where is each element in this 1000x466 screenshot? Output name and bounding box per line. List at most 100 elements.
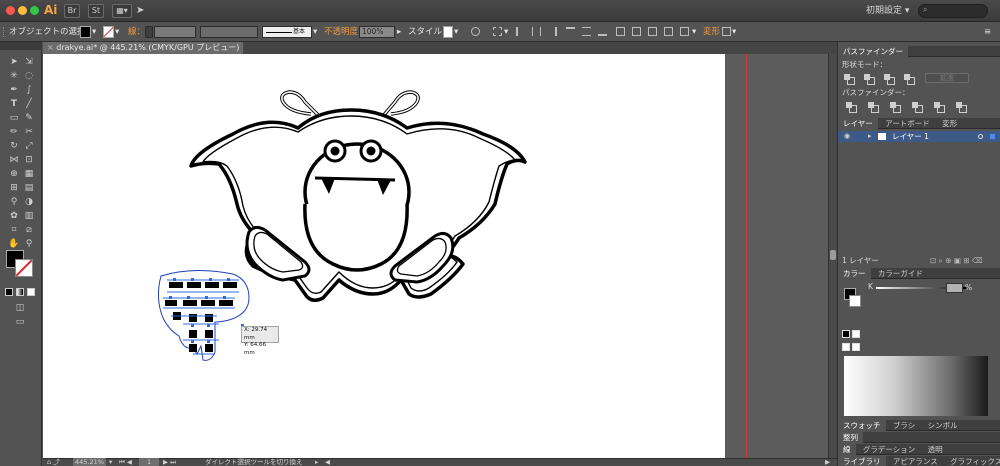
tab-align[interactable]: 整列 bbox=[838, 432, 863, 443]
color-stroke-swatch[interactable] bbox=[849, 295, 861, 307]
pencil-icon[interactable]: ✏ bbox=[8, 126, 20, 138]
distribute-bottom-icon[interactable] bbox=[648, 27, 657, 36]
align-middle-icon[interactable] bbox=[582, 27, 591, 36]
unite-icon[interactable] bbox=[844, 74, 855, 85]
distribute-left-icon[interactable] bbox=[664, 27, 673, 36]
zoom-menu-icon[interactable]: ⌂ ⤴ bbox=[47, 458, 60, 466]
tab-pathfinder[interactable]: パスファインダー bbox=[838, 46, 908, 57]
layer-actions-icon[interactable]: ⊡ ⌕ ⊕ ▣ ⊞ ⌫ bbox=[930, 256, 983, 266]
chevron-down-icon[interactable]: ▾ bbox=[504, 26, 508, 38]
variable-width-select[interactable] bbox=[200, 26, 258, 38]
align-bottom-icon[interactable] bbox=[598, 27, 607, 36]
align-top-icon[interactable] bbox=[566, 27, 575, 36]
symbol-sprayer-icon[interactable]: ✿ bbox=[8, 210, 20, 222]
white-swatch-2[interactable] bbox=[852, 343, 860, 351]
divide-icon[interactable] bbox=[846, 102, 857, 113]
isolate-icon[interactable] bbox=[722, 27, 731, 36]
tab-transparency[interactable]: 透明 bbox=[923, 444, 948, 455]
type-tool-icon[interactable]: T bbox=[8, 98, 20, 110]
hand-tool-icon[interactable]: ✋ bbox=[8, 238, 20, 250]
gradient-tool-icon[interactable]: ▤ bbox=[23, 182, 35, 194]
artboard-tool-icon[interactable]: ⌗ bbox=[8, 224, 20, 236]
layer-row[interactable]: ◉ ▸ レイヤー 1 bbox=[838, 131, 1000, 142]
distribute-top-icon[interactable] bbox=[616, 27, 625, 36]
k-value-input[interactable] bbox=[946, 283, 963, 293]
tab-swatches[interactable]: スウォッチ bbox=[838, 420, 886, 431]
stroke-color-button[interactable] bbox=[103, 26, 114, 38]
scissors-icon[interactable]: ✂ bbox=[23, 126, 35, 138]
scale-tool-icon[interactable]: ⤢ bbox=[23, 140, 35, 152]
zoom-field[interactable]: 445.21% bbox=[73, 458, 106, 466]
close-tab-icon[interactable]: × bbox=[47, 43, 54, 52]
selected-object[interactable] bbox=[157, 269, 250, 361]
artboard-nav-last-icon[interactable]: ▶ ⏭ bbox=[163, 458, 176, 466]
white-swatch[interactable] bbox=[852, 330, 860, 338]
graph-tool-icon[interactable]: ▥ bbox=[23, 210, 35, 222]
scrollbar-thumb[interactable] bbox=[830, 250, 836, 260]
minimize-window-button[interactable] bbox=[18, 6, 27, 15]
graphic-style-button[interactable] bbox=[443, 26, 453, 38]
shape-builder-icon[interactable]: ⊕ bbox=[8, 168, 20, 180]
none-mode-button[interactable] bbox=[27, 288, 35, 296]
width-tool-icon[interactable]: ⋈ bbox=[8, 154, 20, 166]
tab-appearance[interactable]: アピアランス bbox=[888, 456, 943, 466]
tab-brushes[interactable]: ブラシ bbox=[888, 420, 920, 431]
exclude-icon[interactable] bbox=[904, 74, 915, 85]
tab-color-guide[interactable]: カラーガイド bbox=[873, 268, 928, 279]
layer-name[interactable]: レイヤー 1 bbox=[892, 131, 929, 142]
chevron-down-icon[interactable]: ▾ bbox=[732, 26, 736, 38]
eye-icon[interactable]: ◉ bbox=[844, 131, 850, 142]
rectangle-tool-icon[interactable]: ▭ bbox=[8, 112, 20, 124]
minus-back-icon[interactable] bbox=[956, 102, 967, 113]
stock-button[interactable]: St bbox=[88, 4, 104, 18]
draw-mode-icon[interactable]: ◫ bbox=[14, 302, 26, 314]
zoom-tool-icon[interactable]: ⚲ bbox=[23, 238, 35, 250]
tab-libraries[interactable]: ライブラリ bbox=[838, 456, 886, 466]
stroke-label[interactable]: 線： bbox=[128, 26, 145, 38]
scroll-right-icon[interactable]: ▶ bbox=[825, 458, 830, 466]
chevron-down-icon[interactable]: ▾ bbox=[92, 26, 96, 38]
chevron-down-icon[interactable]: ▾ bbox=[454, 26, 458, 38]
status-message[interactable]: ダイレクト選択ツールを切り換え bbox=[205, 458, 303, 466]
pathfinder-panel-header[interactable]: パスファインダー bbox=[838, 46, 1000, 57]
chevron-right-icon[interactable]: ▸ bbox=[315, 458, 318, 466]
tab-transform[interactable]: 変形 bbox=[937, 118, 962, 129]
artboard-nav-first-icon[interactable]: ⏮ ◀ bbox=[119, 458, 132, 466]
free-transform-icon[interactable]: ⊡ bbox=[23, 154, 35, 166]
workspace-switcher[interactable]: 初期設定 ▾ bbox=[866, 5, 909, 18]
tab-graphic-styles[interactable]: グラフィックスタイ bbox=[945, 456, 1000, 466]
curvature-tool-icon[interactable]: ∫ bbox=[23, 84, 35, 96]
paintbrush-icon[interactable]: ✎ bbox=[23, 112, 35, 124]
tab-layers[interactable]: レイヤー bbox=[838, 118, 878, 129]
distribute-center-icon[interactable] bbox=[632, 27, 641, 36]
transform-link[interactable]: 変形 bbox=[703, 26, 720, 38]
brush-definition-select[interactable]: 基本 bbox=[262, 26, 312, 38]
minus-front-icon[interactable] bbox=[864, 74, 875, 85]
target-icon[interactable] bbox=[978, 134, 983, 139]
merge-icon[interactable] bbox=[890, 102, 901, 113]
scroll-left-icon[interactable]: ◀ bbox=[325, 458, 330, 466]
chevron-right-icon[interactable]: ▸ bbox=[397, 26, 401, 38]
color-spectrum[interactable] bbox=[844, 356, 988, 416]
align-left-icon[interactable] bbox=[516, 27, 525, 36]
search-input[interactable]: ⌕ bbox=[918, 4, 988, 18]
slice-tool-icon[interactable]: ⧄ bbox=[23, 224, 35, 236]
direct-selection-tool-icon[interactable]: ⇲ bbox=[23, 56, 35, 68]
pen-tool-icon[interactable]: ✒ bbox=[8, 84, 20, 96]
black-swatch[interactable] bbox=[842, 330, 850, 338]
perspective-grid-icon[interactable]: ▦ bbox=[23, 168, 35, 180]
tab-stroke[interactable]: 線 bbox=[838, 444, 856, 455]
crop-icon[interactable] bbox=[912, 102, 923, 113]
outline-icon[interactable] bbox=[934, 102, 945, 113]
align-center-icon[interactable] bbox=[532, 27, 541, 36]
artwork[interactable] bbox=[43, 54, 725, 458]
line-tool-icon[interactable]: ╱ bbox=[23, 98, 35, 110]
mesh-tool-icon[interactable]: ⊞ bbox=[8, 182, 20, 194]
gradient-mode-button[interactable] bbox=[16, 288, 24, 296]
panel-menu-icon[interactable]: ≡ bbox=[984, 26, 991, 38]
distribute-horizontal-icon[interactable] bbox=[680, 27, 689, 36]
artboard-number[interactable]: 1 bbox=[139, 458, 160, 466]
selection-tool-icon[interactable]: ➤ bbox=[8, 56, 20, 68]
tab-color[interactable]: カラー bbox=[838, 268, 871, 279]
send-icon[interactable]: ➤ bbox=[136, 5, 148, 17]
